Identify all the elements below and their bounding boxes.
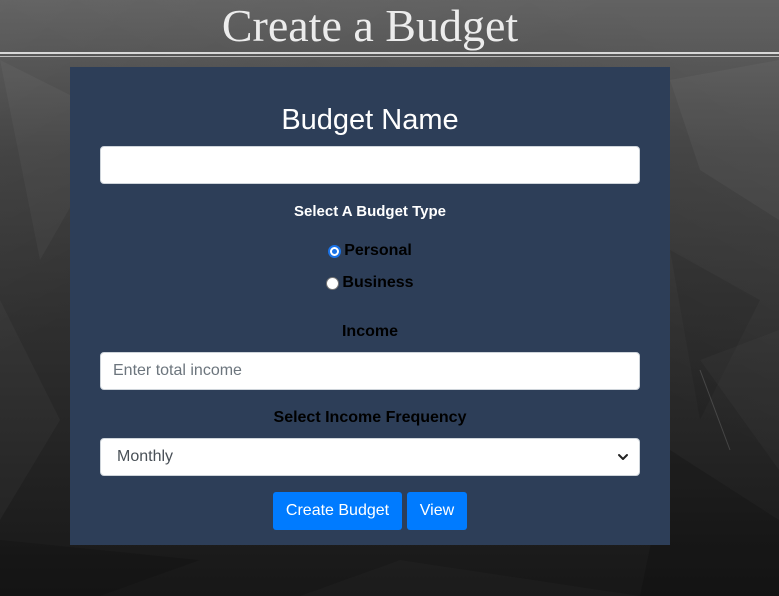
income-frequency-select[interactable]: Monthly — [100, 438, 640, 476]
budget-name-heading: Budget Name — [281, 104, 459, 136]
business-radio[interactable] — [326, 276, 340, 290]
personal-radio[interactable] — [328, 244, 342, 258]
view-button[interactable]: View — [407, 492, 467, 530]
personal-radio-label[interactable]: Personal — [344, 242, 412, 260]
page-title: Create a Budget — [221, 0, 519, 51]
radio-option-personal[interactable]: Personal — [70, 241, 670, 261]
header-divider-secondary — [0, 56, 779, 57]
budget-name-input[interactable] — [100, 146, 640, 184]
income-heading: Income — [341, 323, 398, 340]
chevron-down-icon — [617, 451, 629, 463]
income-frequency-selected-value: Monthly — [117, 448, 174, 465]
create-budget-button[interactable]: Create Budget — [273, 492, 402, 530]
header-divider — [0, 52, 779, 54]
radio-option-business[interactable]: Business — [70, 273, 670, 293]
income-frequency-heading: Select Income Frequency — [273, 409, 467, 426]
page-header: Create a Budget — [0, 0, 779, 57]
budget-type-heading: Select A Budget Type — [294, 203, 446, 220]
business-radio-label[interactable]: Business — [342, 274, 413, 292]
income-input[interactable] — [100, 352, 640, 390]
